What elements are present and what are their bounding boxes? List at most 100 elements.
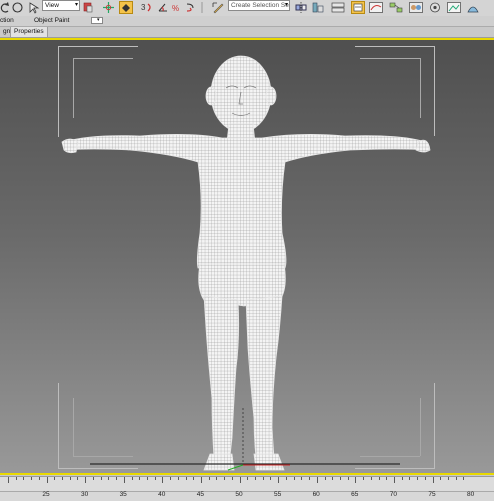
undo-icon[interactable] <box>0 1 10 14</box>
ruler-major-tick <box>123 477 125 483</box>
ruler-minor-tick <box>255 477 257 480</box>
ruler-minor-tick <box>448 477 450 480</box>
ruler-tick-label: 70 <box>389 491 398 498</box>
ruler-minor-tick <box>231 477 233 480</box>
ruler-major-tick <box>201 477 202 483</box>
ruler-minor-tick <box>293 477 295 480</box>
mirror-icon[interactable] <box>294 1 308 14</box>
ruler-minor-tick <box>324 477 326 480</box>
selection-set-dropdown[interactable]: Create Selection Se ▾ <box>228 0 290 11</box>
ruler-minor-tick <box>77 477 79 480</box>
ruler-minor-tick <box>100 477 102 480</box>
ruler-minor-tick <box>208 477 210 480</box>
rendered-frame-window-icon[interactable] <box>446 1 462 14</box>
ruler-tick-label: 60 <box>312 491 320 498</box>
ruler-minor-tick <box>301 477 303 480</box>
ruler-minor-tick <box>139 477 141 480</box>
ruler-tick-label: 25 <box>42 491 50 498</box>
ruler-minor-tick <box>309 477 311 480</box>
main-toolbar: View ▾ 3 % Create Selection Se ▾ <box>0 0 494 17</box>
ruler-major-tick <box>8 477 9 483</box>
ruler-minor-tick <box>69 477 71 480</box>
ruler-minor-tick <box>401 477 403 480</box>
ruler-minor-tick <box>62 477 64 480</box>
select-object-icon[interactable] <box>27 1 40 14</box>
ruler-minor-tick <box>131 477 133 480</box>
edit-named-selection-icon[interactable] <box>211 1 225 14</box>
svg-text:3: 3 <box>141 3 146 12</box>
ruler-minor-tick <box>440 477 442 480</box>
ruler-minor-tick <box>378 477 380 480</box>
ruler-minor-tick <box>363 477 365 480</box>
ruler-minor-tick <box>154 477 156 480</box>
spinner-snap-icon[interactable] <box>184 1 196 14</box>
ruler-tick-label: 50 <box>235 491 243 498</box>
ruler-minor-tick <box>108 477 110 480</box>
character-wireframe-mesh[interactable] <box>0 38 494 475</box>
schematic-view-icon[interactable] <box>388 1 404 14</box>
tab-properties[interactable]: Properties <box>10 27 48 37</box>
time-ruler[interactable]: 25 30 35 40 45 50 55 60 65 70 75 80 <box>0 476 494 501</box>
ref-coord-value: View <box>45 2 59 9</box>
percent-snap-icon[interactable]: % <box>171 1 183 14</box>
panel-tabs: gn Properties <box>0 27 494 38</box>
ruler-minor-tick <box>339 477 341 480</box>
curve-editor-icon[interactable] <box>368 1 384 14</box>
ruler-minor-tick <box>285 477 287 480</box>
ribbon-tab-selection[interactable]: ction <box>0 16 14 26</box>
chevron-down-icon: ▾ <box>74 2 78 8</box>
snap-toggle-icon[interactable]: 3 <box>140 1 154 14</box>
ruler-tick-label: 30 <box>80 491 89 498</box>
ruler-minor-tick <box>31 477 33 480</box>
pivot-icon[interactable] <box>82 1 94 14</box>
render-production-icon[interactable] <box>466 1 480 14</box>
ruler-minor-tick <box>170 477 172 480</box>
redo-circle-icon[interactable] <box>11 1 24 14</box>
ruler-tick-label: 80 <box>466 491 475 498</box>
graphite-tools-icon[interactable] <box>351 1 365 14</box>
ruler-minor-tick <box>177 477 179 480</box>
chevron-down-icon: ▾ <box>97 17 100 23</box>
align-icon[interactable] <box>311 1 325 14</box>
ruler-minor-tick <box>216 477 218 480</box>
ruler-minor-tick <box>185 477 187 480</box>
ruler-major-tick <box>394 477 395 483</box>
ruler-major-tick <box>432 477 434 483</box>
ruler-minor-tick <box>92 477 94 480</box>
chevron-down-icon: ▾ <box>284 2 288 8</box>
ruler-minor-tick <box>424 477 426 480</box>
angle-snap-icon[interactable] <box>157 1 169 14</box>
layer-explorer-icon[interactable] <box>330 1 346 14</box>
ruler-minor-tick <box>455 477 457 480</box>
ruler-minor-tick <box>54 477 56 480</box>
ruler-minor-tick <box>409 477 411 480</box>
ruler-minor-tick <box>146 477 148 480</box>
ruler-minor-tick <box>23 477 25 480</box>
move-icon[interactable] <box>101 1 116 14</box>
ruler-minor-tick <box>347 477 349 480</box>
ruler-minor-tick <box>116 477 118 480</box>
selection-set-value: Create Selection Se <box>231 2 289 9</box>
toolbar-separator <box>200 1 204 14</box>
ruler-tick-label: 40 <box>158 491 166 498</box>
material-editor-icon[interactable] <box>408 1 424 14</box>
ruler-minor-tick <box>224 477 226 480</box>
svg-text:%: % <box>172 4 179 13</box>
ruler-minor-tick <box>262 477 264 480</box>
ruler-major-tick <box>162 477 164 483</box>
perspective-viewport[interactable] <box>0 38 494 475</box>
ribbon-bar: ction Object Paint ▾ <box>0 16 494 27</box>
ribbon-tab-object-paint[interactable]: Object Paint <box>34 16 69 26</box>
ruler-minor-tick <box>38 477 40 480</box>
select-and-manipulate-icon[interactable] <box>119 1 133 14</box>
ruler-minor-tick <box>193 477 195 480</box>
ref-coord-dropdown[interactable]: View ▾ <box>42 0 80 11</box>
ruler-minor-tick <box>370 477 372 480</box>
ruler-tick-label: 35 <box>119 491 127 498</box>
ribbon-options-dropdown[interactable]: ▾ <box>91 17 103 24</box>
render-setup-icon[interactable] <box>428 1 442 14</box>
ruler-tick-label: 65 <box>351 491 359 498</box>
ruler-major-tick <box>239 477 241 483</box>
ruler-tick-label: 75 <box>428 491 436 498</box>
ruler-minor-tick <box>270 477 272 480</box>
